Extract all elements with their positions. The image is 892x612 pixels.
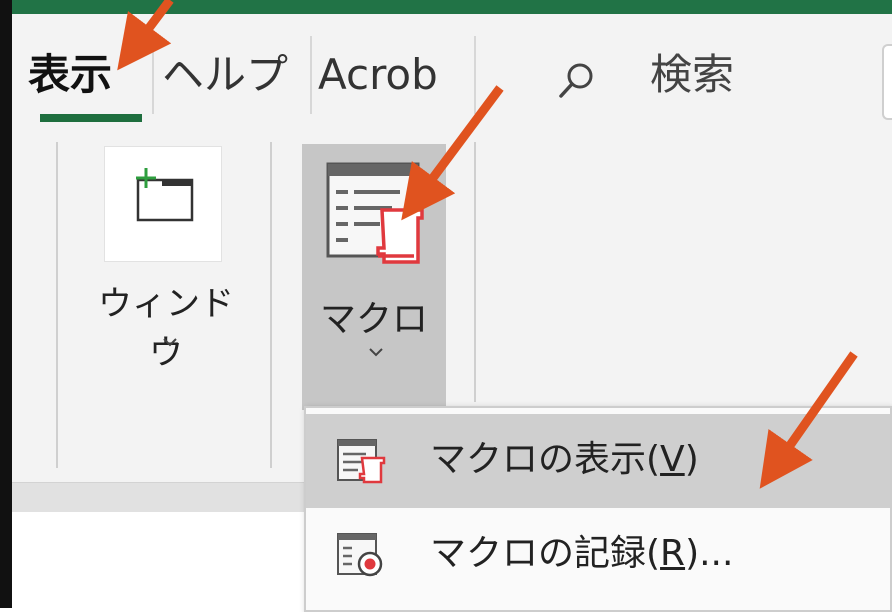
- ribbon-group-separator: [474, 142, 476, 402]
- macro-icon: [326, 162, 424, 264]
- tab-separator: [152, 36, 154, 114]
- accelerator-key: R: [660, 533, 686, 574]
- ribbon-group-separator: [56, 142, 58, 468]
- tab-acrobat[interactable]: Acrob: [318, 50, 438, 100]
- chevron-down-icon[interactable]: [364, 346, 388, 360]
- macro-group-label[interactable]: マクロ: [302, 290, 446, 342]
- ribbon-tab-row: [12, 14, 892, 124]
- accelerator-key: V: [660, 439, 685, 480]
- ribbon-group-separator: [270, 142, 272, 468]
- menu-item-label: マクロの記録(R)...: [430, 533, 734, 574]
- search-box[interactable]: [882, 44, 892, 120]
- excel-window: 表示 ヘルプ Acrob 検索 ウィンドウ マクロ マクロの表示(V) マクロの…: [0, 0, 892, 612]
- menu-item-view-macros[interactable]: マクロの表示(V): [306, 414, 890, 508]
- title-bar-edge: [0, 0, 892, 14]
- tab-view[interactable]: 表示: [28, 50, 112, 100]
- window-group-label[interactable]: ウィンドウ: [86, 276, 246, 374]
- macro-dropdown-menu: マクロの表示(V) マクロの記録(R)...: [304, 406, 892, 612]
- tab-help[interactable]: ヘルプ: [162, 50, 288, 100]
- search-icon[interactable]: [556, 60, 596, 100]
- chevron-down-icon[interactable]: [158, 336, 182, 350]
- menu-item-label: マクロの表示(V): [430, 439, 699, 480]
- record-macro-icon: [337, 533, 383, 577]
- tab-separator: [310, 36, 312, 114]
- tab-separator: [474, 36, 476, 114]
- active-tab-indicator: [40, 114, 142, 122]
- view-macros-icon: [337, 439, 386, 484]
- new-window-icon: [136, 168, 194, 222]
- menu-item-record-macro[interactable]: マクロの記録(R)...: [306, 508, 890, 602]
- window-left-border: [0, 0, 12, 608]
- search-label[interactable]: 検索: [650, 50, 734, 100]
